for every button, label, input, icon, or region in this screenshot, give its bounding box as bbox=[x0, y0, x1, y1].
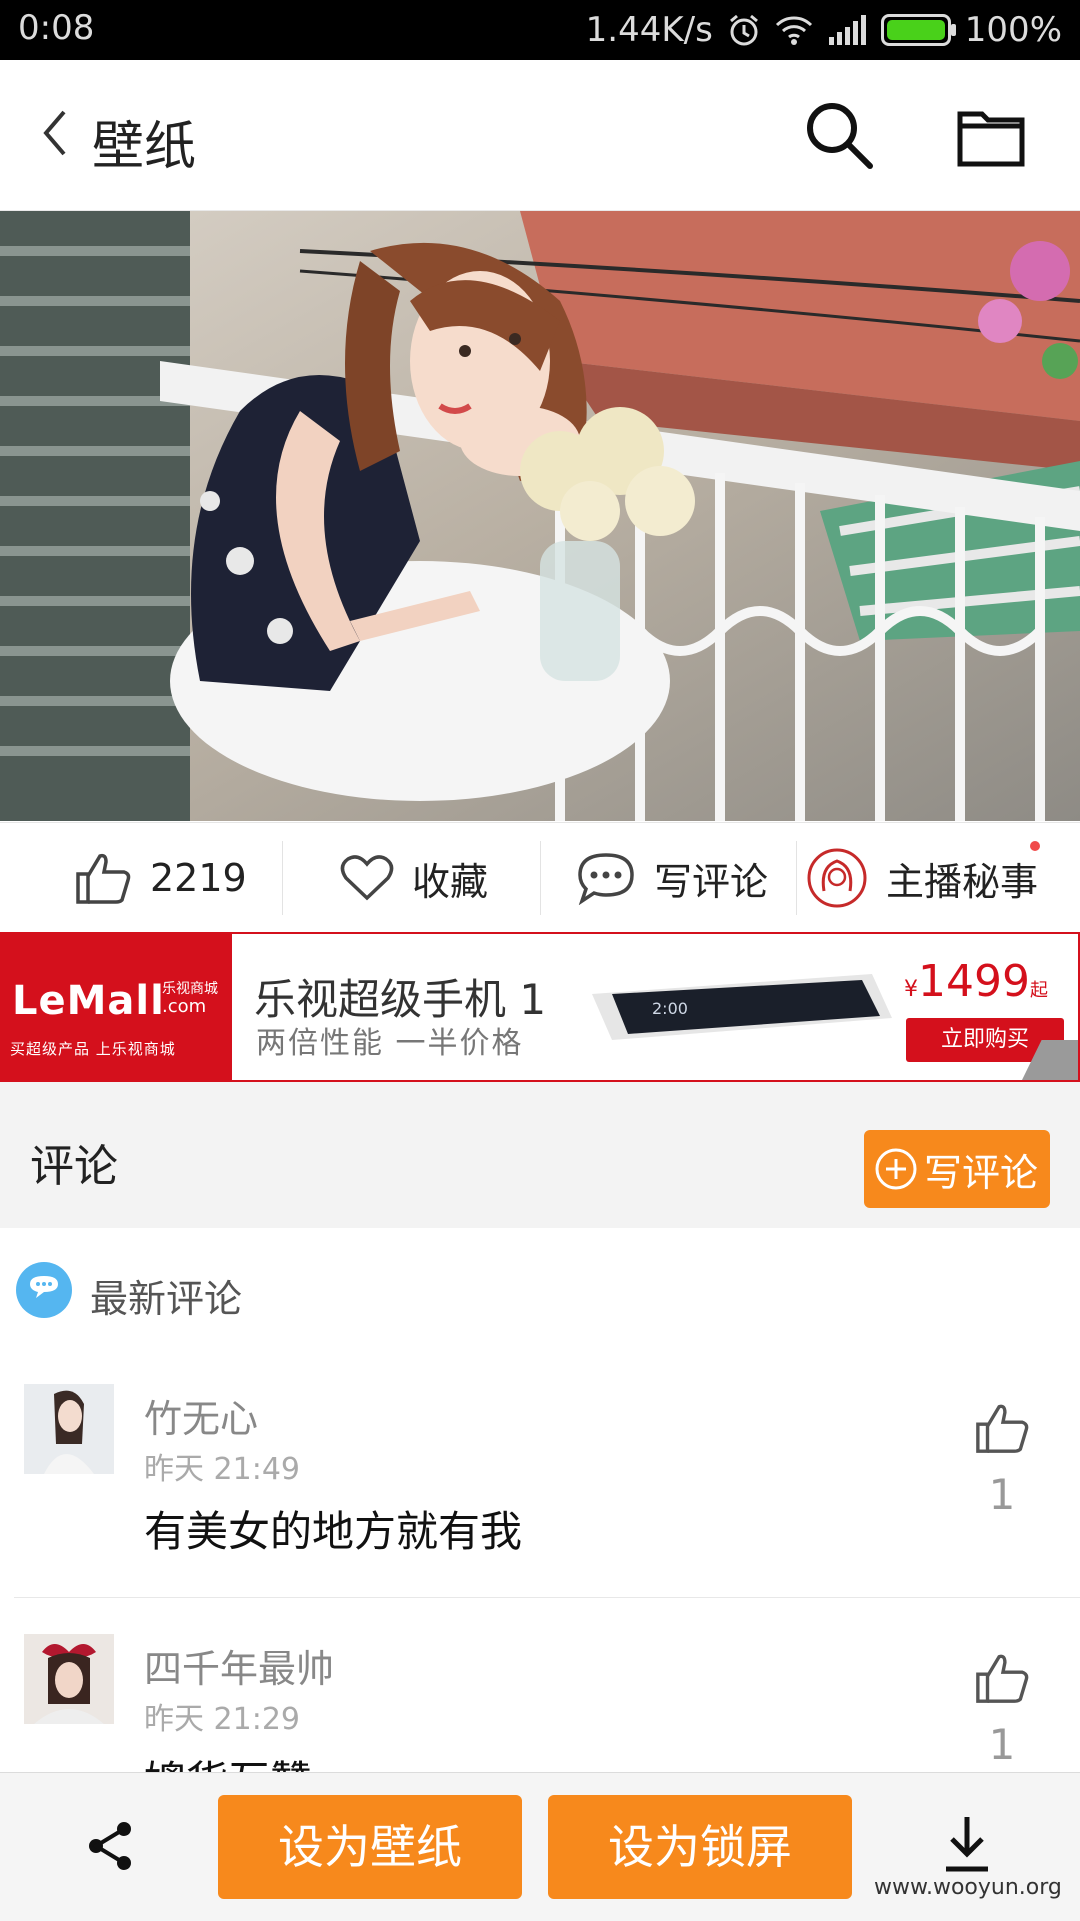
phone-screen-time: 2:00 bbox=[652, 999, 688, 1018]
comment-time: 昨天 21:49 bbox=[144, 1452, 300, 1487]
write-comment-action[interactable]: 写评论 bbox=[576, 823, 768, 933]
comment-text: 媲货互赞 bbox=[144, 1748, 312, 1772]
phone-image: 2:00 bbox=[592, 974, 892, 1040]
status-right: 1.44K/s 100% bbox=[586, 8, 1062, 52]
write-comment-label: 写评论 bbox=[654, 859, 769, 904]
network-speed: 1.44K/s bbox=[585, 10, 713, 50]
comments-section-title: 评论 bbox=[30, 1141, 118, 1192]
thumbs-up-icon[interactable] bbox=[974, 1650, 1030, 1706]
status-bar: 0:08 1.44K/s 100% bbox=[0, 0, 1080, 60]
ad-price: ¥1499起 bbox=[904, 956, 1048, 1007]
comment-time: 昨天 21:29 bbox=[144, 1702, 300, 1737]
action-bar: 2219 收藏 写评论 主播秘事 bbox=[0, 822, 1080, 933]
action-divider bbox=[796, 841, 797, 915]
lemall-tagline: 买超级产品 上乐视商城 bbox=[10, 1040, 176, 1058]
anchor-avatar-icon bbox=[807, 848, 867, 908]
lemall-logo: LeMall 乐视商城 .com 买超级产品 上乐视商城 bbox=[2, 934, 232, 1080]
anchor-secrets-label: 主播秘事 bbox=[886, 859, 1039, 904]
comment-username[interactable]: 四千年最帅 bbox=[144, 1638, 334, 1693]
download-icon[interactable] bbox=[940, 1813, 994, 1875]
like-count: 2219 bbox=[150, 856, 247, 900]
wallpaper-image[interactable] bbox=[0, 211, 1080, 821]
battery-level: 100% bbox=[964, 10, 1062, 50]
like-button[interactable]: 2219 bbox=[74, 823, 247, 933]
favorite-label: 收藏 bbox=[412, 859, 489, 904]
lemall-logo-com: .com bbox=[162, 996, 207, 1017]
avatar[interactable] bbox=[24, 1384, 114, 1474]
back-icon[interactable] bbox=[36, 108, 76, 158]
lemall-logo-cn: 乐视商城 bbox=[162, 981, 218, 997]
comment-item: 竹无心 昨天 21:49 有美女的地方就有我 1 bbox=[0, 1360, 1080, 1596]
write-comment-button[interactable]: 写评论 bbox=[864, 1130, 1050, 1208]
ad-subline: 两倍性能 一半价格 bbox=[256, 1026, 524, 1061]
lemall-logo-text: LeMall bbox=[12, 978, 165, 1024]
status-time: 0:08 bbox=[18, 8, 95, 48]
signal-icon bbox=[828, 15, 866, 45]
watermark: www.wooyun.org bbox=[874, 1875, 1062, 1900]
set-lockscreen-button[interactable]: 设为锁屏 bbox=[548, 1795, 852, 1899]
comments-header: 评论 写评论 bbox=[0, 1082, 1080, 1228]
heart-icon bbox=[340, 855, 394, 901]
wallpaper-photo bbox=[0, 211, 1080, 821]
bottom-bar: 设为壁纸 设为锁屏 www.wooyun.org bbox=[0, 1772, 1080, 1921]
folder-icon[interactable] bbox=[956, 104, 1026, 168]
search-icon[interactable] bbox=[802, 98, 876, 172]
favorite-button[interactable]: 收藏 bbox=[340, 823, 488, 933]
wifi-icon bbox=[775, 16, 812, 45]
anchor-secrets-button[interactable]: 主播秘事 bbox=[806, 823, 1038, 933]
alarm-icon bbox=[729, 14, 758, 46]
action-divider bbox=[540, 841, 541, 915]
message-bubble-icon bbox=[16, 1262, 72, 1318]
thumbs-up-icon[interactable] bbox=[974, 1400, 1030, 1456]
notification-dot bbox=[1030, 841, 1040, 851]
battery-icon bbox=[880, 14, 956, 46]
latest-comments-label: 最新评论 bbox=[90, 1277, 243, 1321]
thumbs-up-icon bbox=[76, 853, 131, 904]
plus-circle-icon bbox=[875, 1148, 917, 1190]
comment-text: 有美女的地方就有我 bbox=[144, 1507, 523, 1556]
app-header: 壁纸 bbox=[0, 60, 1080, 211]
avatar[interactable] bbox=[24, 1634, 114, 1724]
latest-comments-header: 最新评论 bbox=[0, 1228, 1080, 1348]
chat-bubble-icon bbox=[578, 853, 634, 905]
comment-item: 四千年最帅 昨天 21:29 媲货互赞 1 bbox=[0, 1610, 1080, 1772]
comment-username[interactable]: 竹无心 bbox=[144, 1388, 258, 1443]
action-divider bbox=[282, 841, 283, 915]
ad-banner[interactable]: LeMall 乐视商城 .com 买超级产品 上乐视商城 乐视超级手机 1 两倍… bbox=[0, 932, 1080, 1082]
comment-like-count: 1 bbox=[988, 1720, 1016, 1769]
comment-divider bbox=[14, 1597, 1080, 1598]
write-comment-button-label: 写评论 bbox=[924, 1150, 1039, 1195]
comment-like-count: 1 bbox=[988, 1470, 1016, 1519]
set-wallpaper-button[interactable]: 设为壁纸 bbox=[218, 1795, 522, 1899]
share-icon[interactable] bbox=[84, 1819, 138, 1873]
page-title: 壁纸 bbox=[92, 117, 197, 177]
